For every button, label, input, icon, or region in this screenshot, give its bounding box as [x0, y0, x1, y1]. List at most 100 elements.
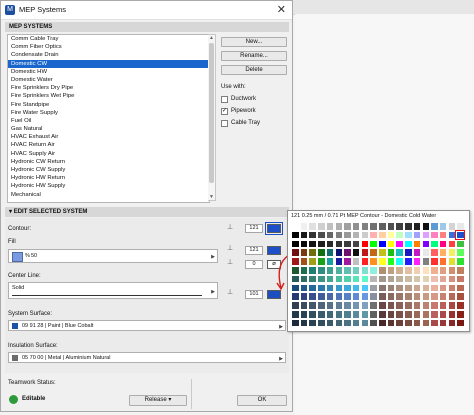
pen-color-cell[interactable] [447, 318, 457, 328]
pen-color-cell[interactable] [438, 257, 448, 266]
close-icon[interactable]: ✕ [277, 3, 286, 16]
pen-color-cell[interactable] [412, 301, 422, 310]
pen-color-cell[interactable] [308, 292, 317, 301]
pen-color-cell[interactable] [438, 318, 448, 328]
scroll-up-icon[interactable]: ▲ [208, 35, 215, 41]
pen-color-cell[interactable] [438, 283, 448, 293]
pen-color-cell[interactable] [334, 266, 344, 275]
pen-color-cell[interactable] [343, 301, 352, 310]
pen-color-cell[interactable] [291, 222, 300, 231]
insulation-surface-select[interactable]: 05 70 00 | Metal | Aluminium Natural ▶ [8, 352, 286, 363]
pen-color-cell[interactable] [291, 248, 300, 257]
pen-color-cell[interactable] [378, 310, 387, 319]
pen-color-cell[interactable] [351, 266, 361, 275]
pen-color-cell[interactable] [438, 266, 448, 275]
pen-color-cell[interactable] [412, 222, 422, 231]
pen-color-cell[interactable] [360, 292, 370, 301]
pen-color-cell[interactable] [404, 257, 413, 266]
pen-color-cell[interactable] [421, 266, 431, 275]
pen-color-cell[interactable] [395, 318, 404, 328]
use-with-checkbox-ductwork[interactable] [221, 96, 228, 103]
pen-color-cell[interactable] [369, 230, 378, 240]
pen-color-cell[interactable] [456, 310, 465, 319]
pen-color-cell[interactable] [369, 318, 378, 328]
center-line-pen-field[interactable]: 101 [245, 290, 263, 299]
pen-color-cell[interactable] [299, 239, 309, 249]
pen-color-cell[interactable] [430, 266, 439, 275]
list-item[interactable]: Domestic Water [8, 76, 209, 84]
pen-color-cell[interactable] [351, 310, 361, 319]
pen-color-cell[interactable] [412, 257, 422, 266]
pen-color-cell[interactable] [395, 301, 404, 310]
pen-color-cell[interactable] [360, 266, 370, 275]
pen-color-cell[interactable] [325, 283, 335, 293]
pen-color-cell[interactable] [299, 301, 309, 310]
pen-color-cell[interactable] [291, 274, 300, 284]
pen-color-cell[interactable] [360, 318, 370, 328]
use-with-checkbox-pipework[interactable]: ✓ [221, 108, 228, 115]
pen-color-cell[interactable] [334, 222, 344, 231]
pen-color-cell[interactable] [299, 248, 309, 257]
pen-color-cell[interactable] [308, 230, 317, 240]
pen-color-cell[interactable] [317, 257, 326, 266]
pen-color-cell[interactable] [386, 222, 396, 231]
list-item[interactable]: Fire Water Supply [8, 109, 209, 117]
list-item[interactable]: HVAC Exhaust Air [8, 133, 209, 141]
pen-color-cell[interactable] [386, 283, 396, 293]
pen-color-cell[interactable] [438, 274, 448, 284]
pen-color-cell[interactable] [343, 292, 352, 301]
ok-button[interactable]: OK [237, 395, 287, 406]
pen-color-cell[interactable] [456, 257, 465, 266]
pen-color-cell[interactable] [351, 274, 361, 284]
pen-color-cell[interactable] [369, 301, 378, 310]
pen-color-cell[interactable] [386, 318, 396, 328]
pen-color-cell[interactable] [369, 222, 378, 231]
pen-color-cell[interactable] [438, 310, 448, 319]
scroll-thumb[interactable] [209, 43, 214, 183]
pen-color-cell[interactable] [360, 274, 370, 284]
pen-color-cell[interactable] [317, 230, 326, 240]
pen-color-cell[interactable] [351, 230, 361, 240]
pen-color-cell[interactable] [325, 239, 335, 249]
pen-color-cell[interactable] [299, 283, 309, 293]
pen-color-cell[interactable] [308, 248, 317, 257]
pen-color-cell[interactable] [438, 292, 448, 301]
pen-color-cell[interactable] [421, 257, 431, 266]
pen-color-cell[interactable] [308, 257, 317, 266]
systems-list-scrollbar[interactable]: ▲ ▼ [208, 34, 216, 201]
pen-color-cell[interactable] [395, 248, 404, 257]
contour-pen-swatch[interactable] [265, 222, 283, 235]
pen-color-cell[interactable] [456, 318, 465, 328]
list-item[interactable]: Domestic HW [8, 68, 209, 76]
pen-color-cell[interactable] [456, 239, 465, 249]
pen-color-cell[interactable] [404, 222, 413, 231]
pen-color-cell[interactable] [299, 222, 309, 231]
pen-color-cell[interactable] [351, 239, 361, 249]
pen-color-cell[interactable] [351, 301, 361, 310]
pen-color-cell[interactable] [360, 310, 370, 319]
pen-color-cell[interactable] [378, 292, 387, 301]
list-item[interactable]: Hydronic CW Return [8, 158, 209, 166]
pen-color-cell[interactable] [395, 266, 404, 275]
pen-color-cell[interactable] [343, 274, 352, 284]
pen-color-cell[interactable] [395, 274, 404, 284]
pen-color-cell[interactable] [447, 248, 457, 257]
pen-color-cell[interactable] [395, 257, 404, 266]
pen-color-cell[interactable] [308, 301, 317, 310]
pen-color-cell[interactable] [412, 266, 422, 275]
pen-color-cell[interactable] [430, 274, 439, 284]
pen-color-cell[interactable] [412, 292, 422, 301]
pen-color-cell[interactable] [386, 257, 396, 266]
pen-color-cell[interactable] [343, 248, 352, 257]
pen-color-cell[interactable] [386, 230, 396, 240]
fill-pattern-select[interactable]: % 50 ▶ [8, 249, 218, 263]
scroll-down-icon[interactable]: ▼ [208, 194, 215, 200]
pen-color-cell[interactable] [430, 318, 439, 328]
pen-color-cell[interactable] [430, 301, 439, 310]
pen-color-cell[interactable] [291, 230, 300, 240]
center-line-select[interactable]: Solid ▶ [8, 282, 218, 299]
pen-color-cell[interactable] [369, 274, 378, 284]
pen-color-cell[interactable] [360, 239, 370, 249]
rename-button[interactable]: Rename... [221, 51, 287, 61]
pen-color-cell[interactable] [369, 239, 378, 249]
